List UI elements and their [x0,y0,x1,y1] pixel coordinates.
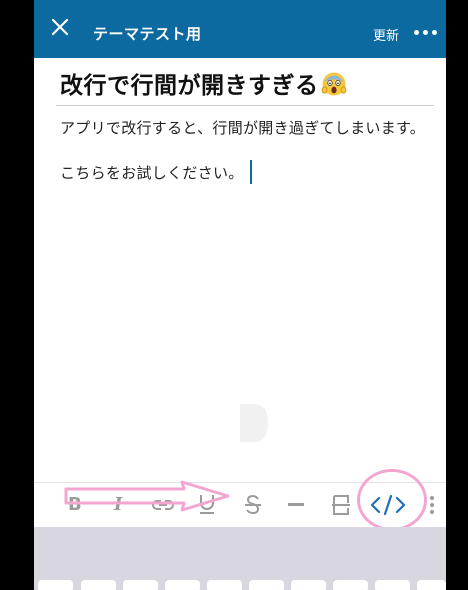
strikethrough-icon[interactable] [243,494,263,516]
post-title: テーマテスト用 [93,25,202,43]
keyboard-key[interactable] [249,580,284,590]
keyboard-key[interactable] [333,580,368,590]
heading-divider [56,105,434,106]
post-body-editor[interactable]: アプリで改行すると、行間が開き過ぎてしまいます。 こちらをお試しください。 [60,115,430,187]
partial-toolbar-icon[interactable]: : [34,494,35,515]
keyboard-key[interactable] [165,580,200,590]
app-screen: テーマテスト用 更新 改行で行間が開きすぎる アプリで改行すると、行間が開き過ぎ… [34,0,446,590]
paragraph: アプリで改行すると、行間が開き過ぎてしまいます。 [60,119,426,137]
block-icon[interactable] [331,494,351,516]
more-vertical-icon[interactable] [429,495,435,515]
heading-text: 改行で行間が開きすぎる [60,73,319,99]
face-screaming-in-fear-emoji [321,72,346,96]
keyboard-key[interactable] [375,580,410,590]
top-app-bar: テーマテスト用 更新 [34,0,446,58]
keyboard-key[interactable] [123,580,158,590]
keyboard-key[interactable] [38,580,73,590]
text-cursor [249,160,252,184]
divider-icon[interactable] [288,503,304,507]
keyboard-key[interactable] [417,580,446,590]
annotation-arrow [64,480,230,512]
update-button[interactable]: 更新 [373,25,399,44]
close-icon[interactable] [51,18,69,36]
soft-keyboard [34,527,446,590]
keyboard-key[interactable] [207,580,242,590]
paragraph: こちらをお試しください。 [60,160,430,187]
more-options-icon[interactable] [414,30,437,35]
post-heading[interactable]: 改行で行間が開きすぎる [60,66,347,100]
keyboard-key[interactable] [81,580,116,590]
annotation-circle [357,469,427,531]
paragraph-text: こちらをお試しください。 [60,164,244,182]
keyboard-key[interactable] [291,580,326,590]
watermark-logo [240,404,268,442]
